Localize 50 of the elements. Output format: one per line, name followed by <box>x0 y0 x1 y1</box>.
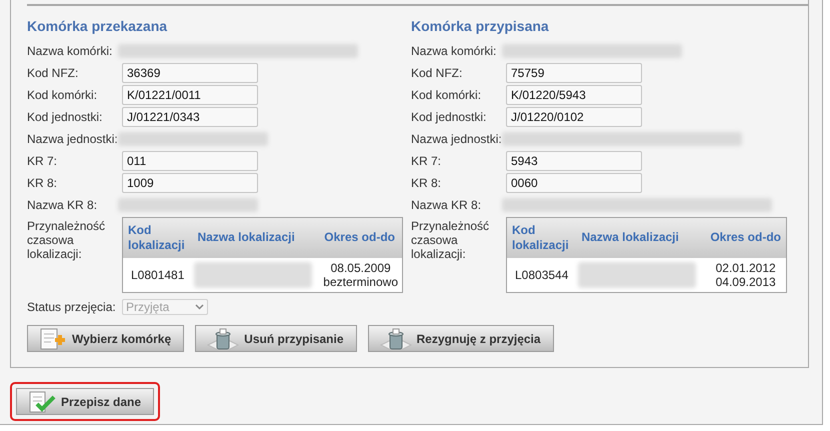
column-header: Nazwa lokalizacji <box>576 218 706 258</box>
field-label: Kod NFZ: <box>411 65 464 82</box>
column-header: Okres od-do <box>319 218 402 258</box>
text-field[interactable]: J/01221/0343 <box>122 107 258 127</box>
text-field[interactable]: 5943 <box>506 151 642 171</box>
column-header: Nazwa lokalizacji <box>192 218 320 258</box>
field-label: KR 7: <box>27 153 58 170</box>
field-label: Nazwa komórki: <box>27 43 114 60</box>
text-field[interactable]: 36369 <box>122 63 258 83</box>
text-field[interactable]: 0060 <box>506 173 642 193</box>
field-label: Kod NFZ: <box>27 65 80 82</box>
table-cell-text: 02.01.2012 04.09.2013 <box>714 260 777 289</box>
text-field[interactable]: 1009 <box>122 173 258 193</box>
section-heading: Komórka przekazana <box>27 17 168 36</box>
submit-button[interactable]: Przepisz dane <box>16 388 154 415</box>
field-label: KR 8: <box>27 175 58 192</box>
column-header: Kod lokalizacji <box>122 218 192 258</box>
field-label: Nazwa jednostki: <box>27 131 119 148</box>
field-label: KR 7: <box>411 153 442 170</box>
text-field[interactable]: 011 <box>122 151 258 171</box>
column-header: Kod lokalizacji <box>506 218 576 258</box>
table-cell: L0801481 <box>122 258 192 292</box>
action-button[interactable]: Usuń przypisanie <box>195 325 357 352</box>
field-label: Status przejęcia: <box>27 299 117 316</box>
text-field[interactable]: K/01220/5943 <box>506 85 642 105</box>
trash-can-icon <box>206 328 240 350</box>
chevron-down-icon <box>195 304 204 310</box>
field-label: Kod komórki: <box>27 87 98 104</box>
field-label: Kod jednostki: <box>27 109 104 126</box>
field-label: Kod jednostki: <box>411 109 488 126</box>
field-label: Nazwa komórki: <box>411 43 498 60</box>
action-button[interactable]: Rezygnuję z przyjęcia <box>368 325 554 352</box>
column-header: Okres od-do <box>705 218 786 258</box>
text-field[interactable]: K/01221/0011 <box>122 85 258 105</box>
field-label: KR 8: <box>411 175 442 192</box>
section-heading: Komórka przypisana <box>411 17 550 36</box>
table-cell: 08.05.2009 bezterminowo <box>323 260 398 289</box>
field-label: Kod komórki: <box>411 87 482 104</box>
field-label: Przynależność czasowa lokalizacji: <box>411 218 490 261</box>
field-label: Przynależność czasowa lokalizacji: <box>27 218 106 261</box>
trash-can-icon <box>378 328 413 350</box>
table-cell: L0803544 <box>506 258 576 292</box>
text-field[interactable]: J/01220/0102 <box>506 107 642 127</box>
action-button[interactable]: Wybierz komórkę <box>27 325 184 352</box>
field-label: Nazwa KR 8: <box>411 197 482 214</box>
text-field[interactable]: 75759 <box>506 63 642 83</box>
document-check-icon <box>27 390 57 412</box>
field-label: Nazwa jednostki: <box>411 131 503 148</box>
document-plus-icon <box>38 328 68 350</box>
field-label: Nazwa KR 8: <box>27 197 98 214</box>
